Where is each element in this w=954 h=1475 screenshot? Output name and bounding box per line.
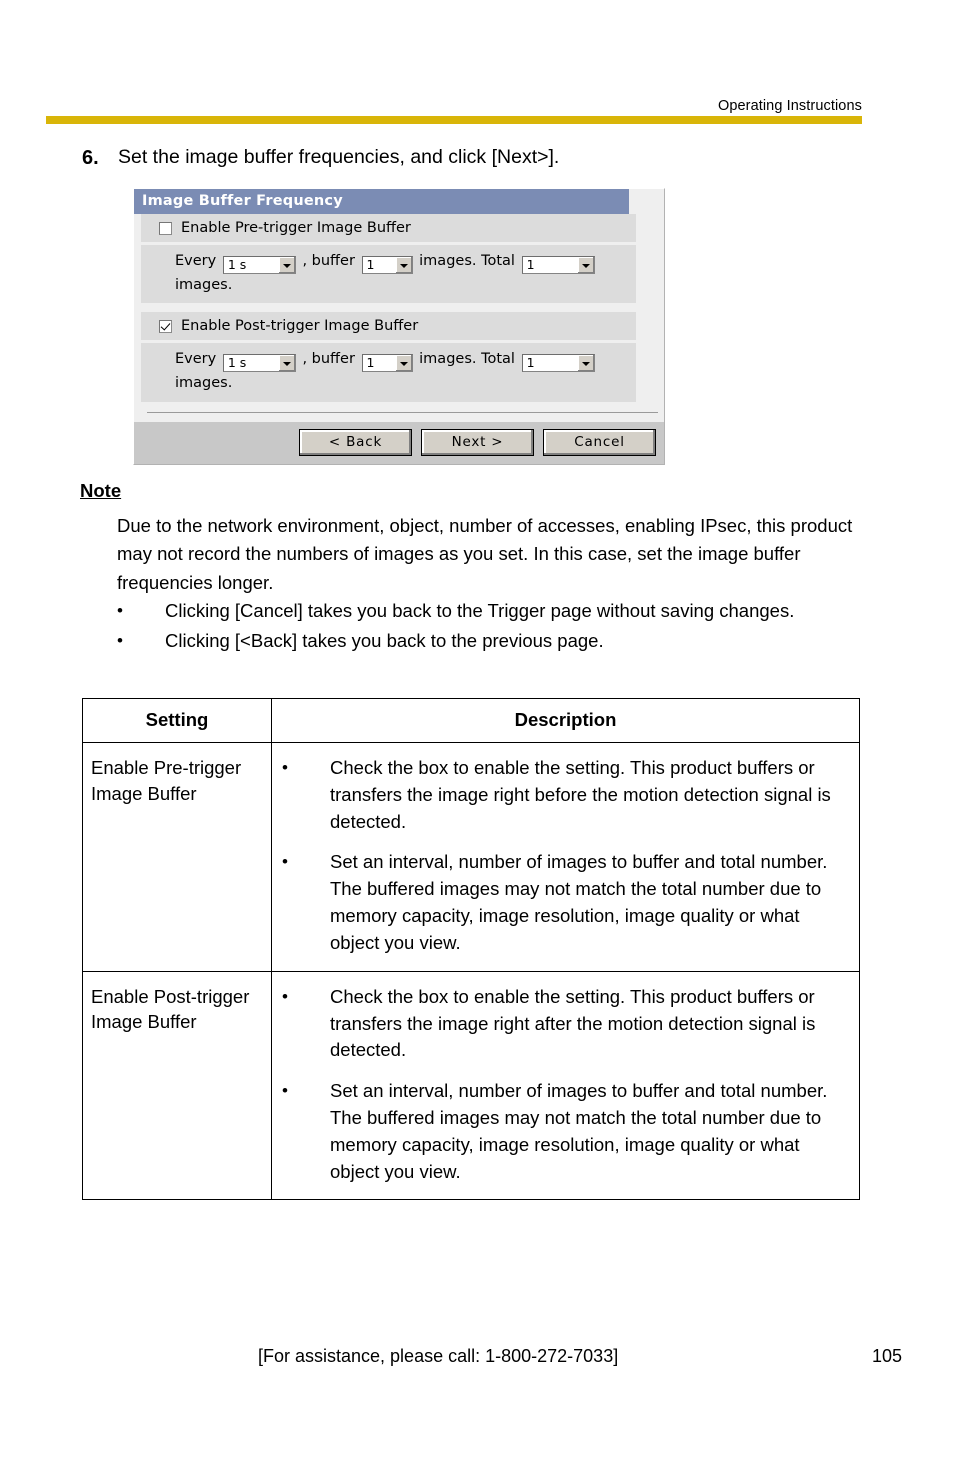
pre-trigger-checkbox[interactable] (159, 221, 172, 235)
back-button[interactable]: < Back (299, 428, 412, 456)
pre-trigger-checkbox-row[interactable]: Enable Pre-trigger Image Buffer (141, 214, 636, 242)
step-text: Set the image buffer frequencies, and cl… (118, 146, 560, 168)
setting-description-cell: • Check the box to enable the setting. T… (271, 970, 860, 1201)
setting-name-cell: Enable Post-trigger Image Buffer (82, 970, 272, 1201)
pre-trigger-tail-label: images. (175, 277, 233, 293)
description-point-text: Set an interval, number of images to buf… (330, 1080, 828, 1182)
dialog-body: Enable Pre-trigger Image Buffer Every 1 … (134, 214, 664, 413)
post-trigger-checkbox-row[interactable]: Enable Post-trigger Image Buffer (141, 312, 636, 341)
note-heading: Note (80, 480, 122, 501)
chevron-down-icon[interactable] (576, 355, 594, 372)
note-bullet-list: • Clicking [Cancel] takes you back to th… (117, 597, 865, 658)
post-trigger-tail-label: images. (175, 375, 233, 392)
note-item-text: Clicking [<Back] takes you back to the p… (165, 630, 604, 652)
step-instruction: 6. Set the image buffer frequencies, and… (82, 145, 872, 171)
list-item: • Clicking [Cancel] takes you back to th… (117, 597, 865, 625)
footer-assistance-text: [For assistance, please call: 1-800-272-… (258, 1346, 619, 1366)
post-trigger-every-label: Every (175, 351, 217, 368)
table-header-row: Setting Description (82, 698, 860, 743)
list-item: • Clicking [<Back] takes you back to the… (117, 627, 865, 655)
pre-trigger-every-label: Every (175, 253, 217, 269)
post-trigger-total-value: 1 (526, 355, 535, 371)
column-header-setting: Setting (82, 698, 272, 743)
post-trigger-section: Enable Post-trigger Image Buffer Every 1… (141, 312, 636, 402)
header-rule (46, 116, 862, 124)
description-point-text: Set an interval, number of images to buf… (330, 851, 828, 953)
dialog-titlebar: Image Buffer Frequency (134, 189, 629, 214)
pre-trigger-interval-value: 1 s (227, 257, 247, 272)
footer-page-number: 105 (872, 1346, 903, 1366)
list-item: • Set an interval, number of images to b… (282, 849, 847, 956)
post-trigger-buffer-label: , buffer (302, 351, 355, 368)
bullet-icon: • (282, 1081, 288, 1101)
description-point-text: Check the box to enable the setting. Thi… (330, 985, 816, 1061)
bullet-icon: • (282, 758, 288, 777)
bullet-icon: • (117, 601, 123, 620)
post-trigger-interval-value: 1 s (227, 355, 247, 371)
chevron-down-icon[interactable] (277, 355, 295, 372)
chevron-down-icon[interactable] (277, 257, 295, 273)
note-item-text: Clicking [Cancel] takes you back to the … (165, 600, 795, 621)
post-trigger-buffer-value: 1 (366, 355, 375, 371)
column-header-description: Description (271, 698, 860, 743)
chevron-down-icon[interactable] (576, 257, 594, 273)
pre-trigger-section: Enable Pre-trigger Image Buffer Every 1 … (141, 214, 636, 304)
next-button[interactable]: Next > (421, 428, 534, 456)
pre-trigger-checkbox-label: Enable Pre-trigger Image Buffer (181, 220, 411, 236)
settings-description-table: Setting Description Enable Pre-trigger I… (82, 698, 860, 1201)
chevron-down-icon[interactable] (394, 257, 412, 273)
post-trigger-interval-select[interactable]: 1 s (222, 354, 296, 373)
list-item: • Set an interval, number of images to b… (282, 1078, 847, 1185)
chevron-down-icon[interactable] (394, 355, 412, 372)
note-body-text: Due to the network environment, object, … (117, 515, 853, 593)
pre-trigger-total-label: images. Total (419, 253, 515, 269)
post-trigger-total-label: images. Total (419, 351, 515, 368)
bullet-icon: • (282, 986, 288, 1006)
pre-trigger-fields-row: Every 1 s , buffer 1 images. Total 1 ima… (141, 245, 636, 304)
pre-trigger-total-value: 1 (526, 257, 535, 272)
dialog-button-bar: < Back Next > Cancel (134, 421, 664, 464)
post-trigger-checkbox-label: Enable Post-trigger Image Buffer (181, 318, 419, 335)
bullet-icon: • (117, 631, 123, 651)
table-row: Enable Pre-trigger Image Buffer • Check … (82, 742, 860, 972)
dialog-section-gap (141, 303, 636, 313)
pre-trigger-buffer-value: 1 (366, 257, 375, 272)
description-point-text: Check the box to enable the setting. Thi… (330, 757, 831, 832)
pre-trigger-interval-select[interactable]: 1 s (222, 256, 296, 274)
post-trigger-checkbox[interactable] (159, 319, 172, 333)
list-item: • Check the box to enable the setting. T… (282, 984, 847, 1064)
pre-trigger-buffer-label: , buffer (302, 253, 355, 269)
pre-trigger-buffer-select[interactable]: 1 (361, 256, 413, 274)
step-number: 6. (82, 147, 99, 169)
pre-trigger-total-select[interactable]: 1 (521, 256, 595, 274)
post-trigger-fields-row: Every 1 s , buffer 1 images. Total 1 ima… (141, 343, 636, 402)
setting-description-cell: • Check the box to enable the setting. T… (271, 742, 860, 972)
dialog-separator (147, 411, 658, 413)
setting-name-cell: Enable Pre-trigger Image Buffer (82, 742, 272, 972)
cancel-button[interactable]: Cancel (543, 428, 656, 456)
post-trigger-buffer-select[interactable]: 1 (361, 354, 413, 373)
table-row: Enable Post-trigger Image Buffer • Check… (82, 970, 860, 1201)
post-trigger-total-select[interactable]: 1 (521, 354, 595, 373)
dialog-separator-wrap (141, 401, 664, 413)
bullet-icon: • (282, 852, 288, 872)
list-item: • Check the box to enable the setting. T… (282, 755, 847, 835)
page-header-title: Operating Instructions (717, 98, 862, 114)
image-buffer-frequency-dialog: Image Buffer Frequency Enable Pre-trigge… (133, 188, 665, 465)
